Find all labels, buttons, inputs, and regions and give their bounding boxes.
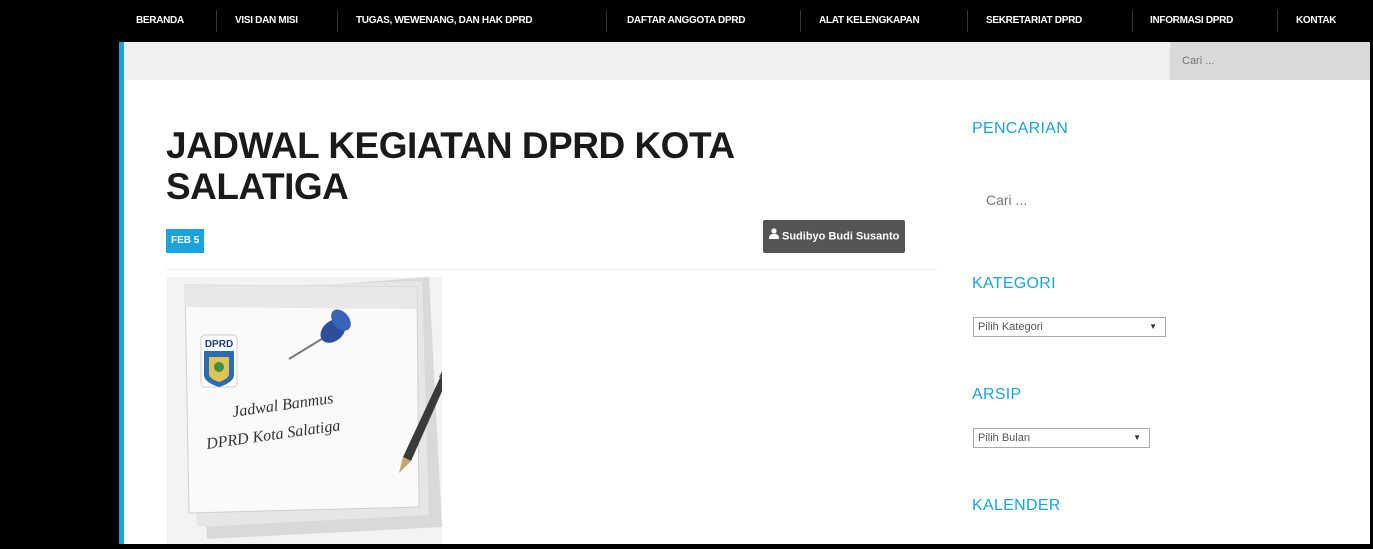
archive-select-value: Pilih Bulan <box>978 432 1030 444</box>
nav-item-beranda[interactable]: BERANDA <box>136 0 184 42</box>
header-search-bar <box>124 42 1370 80</box>
header-search-input[interactable] <box>1170 42 1370 80</box>
author-name: Sudibyo Budi Susanto <box>782 230 900 243</box>
nav-divider <box>337 10 338 32</box>
nav-divider <box>967 10 968 32</box>
nav-item-daftar-anggota[interactable]: DAFTAR ANGGOTA DPRD <box>627 0 745 42</box>
nav-divider <box>216 10 217 32</box>
widget-title-kategori: KATEGORI <box>972 275 1056 292</box>
nav-divider <box>800 10 801 32</box>
logo-text: DPRD <box>205 339 233 350</box>
post-date-badge: FEB 5 <box>166 229 205 253</box>
nav-item-kontak[interactable]: KONTAK <box>1296 0 1337 42</box>
top-navigation: BERANDA VISI DAN MISI TUGAS, WEWENANG, D… <box>0 0 1373 42</box>
archive-select[interactable]: Pilih Bulan ▼ <box>973 428 1150 448</box>
post-title: JADWAL KEGIATAN DPRD KOTA SALATIGA <box>166 125 734 207</box>
nav-item-alat-kelengkapan[interactable]: ALAT KELENGKAPAN <box>819 0 920 42</box>
nav-item-informasi[interactable]: INFORMASI DPRD <box>1150 0 1233 42</box>
widget-title-pencarian: PENCARIAN <box>972 120 1069 137</box>
nav-divider <box>1132 10 1133 32</box>
sidebar-search-input[interactable] <box>972 182 1172 218</box>
nav-divider <box>606 10 607 32</box>
page-container: JADWAL KEGIATAN DPRD KOTA SALATIGA FEB 5… <box>119 42 1370 544</box>
chevron-down-icon: ▼ <box>1133 433 1141 442</box>
featured-image[interactable]: DPRD Jadwal Banmus DPRD Kota Salatiga <box>167 277 455 544</box>
category-select[interactable]: Pilih Kategori ▼ <box>973 317 1166 337</box>
nav-item-visi-dan-misi[interactable]: VISI DAN MISI <box>235 0 298 42</box>
post-divider <box>166 269 938 270</box>
nav-item-sekretariat[interactable]: SEKRETARIAT DPRD <box>986 0 1082 42</box>
category-select-value: Pilih Kategori <box>978 321 1043 333</box>
author-badge[interactable]: Sudibyo Budi Susanto <box>763 220 906 253</box>
chevron-down-icon: ▼ <box>1149 322 1157 331</box>
widget-title-arsip: ARSIP <box>972 386 1022 403</box>
widget-title-kalender: KALENDER <box>972 497 1061 514</box>
nav-divider <box>1277 10 1278 32</box>
user-icon <box>769 220 779 253</box>
nav-item-tugas-wewenang[interactable]: TUGAS, WEWENANG, DAN HAK DPRD <box>356 0 533 42</box>
